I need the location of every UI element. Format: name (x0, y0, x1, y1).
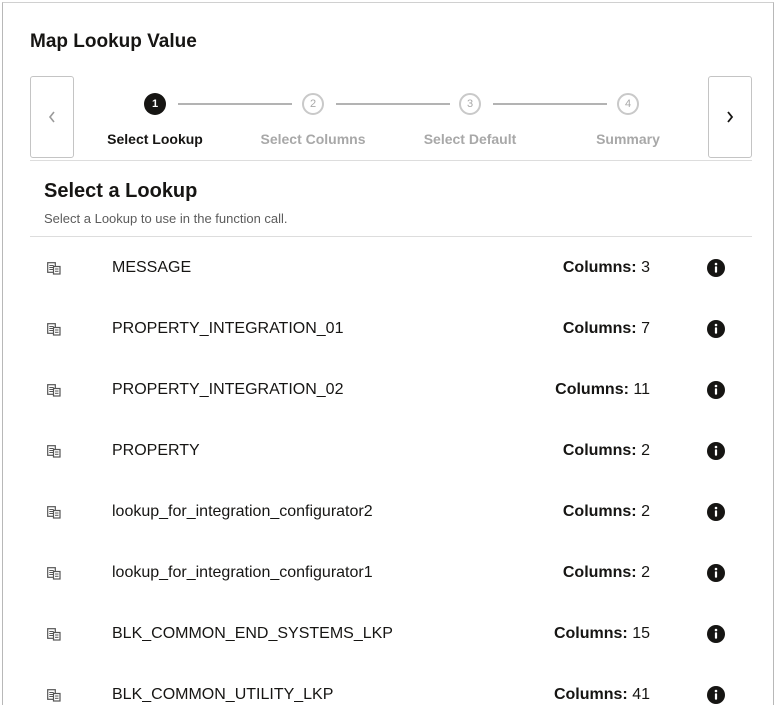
lookup-row[interactable]: MESSAGE Columns: 3 (0, 238, 778, 299)
columns-label: Columns: (562, 564, 637, 581)
page-title: Map Lookup Value (30, 31, 197, 52)
lookup-table-icon (47, 566, 61, 580)
step-connector (178, 103, 292, 105)
step-4-label[interactable]: Summary (558, 131, 698, 147)
step-1-indicator[interactable]: 1 (144, 93, 166, 115)
lookup-name: MESSAGE (112, 259, 192, 276)
lookup-columns: Columns: 7 (563, 320, 650, 338)
lookup-name: lookup_for_integration_configurator2 (112, 503, 373, 520)
lookup-columns: Columns: 2 (563, 564, 650, 582)
step-3-label[interactable]: Select Default (400, 131, 540, 147)
lookup-columns: Columns: 2 (563, 442, 650, 460)
step-train: 1 2 3 4 Select Lookup Select Columns Sel… (30, 76, 752, 161)
info-icon[interactable] (707, 503, 725, 521)
previous-step-button[interactable] (30, 76, 74, 158)
step-connector (493, 103, 607, 105)
lookup-row[interactable]: BLK_COMMON_UTILITY_LKP Columns: 41 (0, 665, 778, 726)
lookup-row[interactable]: lookup_for_integration_configurator1 Colu… (0, 543, 778, 604)
lookup-table-icon (47, 688, 61, 702)
columns-label: Columns: (562, 442, 637, 459)
lookup-row[interactable]: PROPERTY_INTEGRATION_01 Columns: 7 (0, 299, 778, 360)
step-2-label[interactable]: Select Columns (243, 131, 383, 147)
columns-count: 11 (633, 381, 650, 398)
lookup-table-icon (47, 505, 61, 519)
lookup-name: PROPERTY (112, 442, 200, 459)
lookup-name: PROPERTY_INTEGRATION_02 (112, 381, 344, 398)
lookup-name: BLK_COMMON_END_SYSTEMS_LKP (112, 625, 393, 642)
lookup-name: PROPERTY_INTEGRATION_01 (112, 320, 344, 337)
lookup-row[interactable]: PROPERTY Columns: 2 (0, 421, 778, 482)
chevron-left-icon (48, 111, 55, 123)
info-icon[interactable] (707, 686, 725, 704)
section-title: Select a Lookup (44, 180, 198, 202)
lookup-row[interactable]: lookup_for_integration_configurator2 Colu… (0, 482, 778, 543)
columns-count: 2 (641, 564, 650, 581)
info-icon[interactable] (707, 442, 725, 460)
columns-label: Columns: (553, 625, 628, 642)
step-3-indicator[interactable]: 3 (459, 93, 481, 115)
info-icon[interactable] (707, 320, 725, 338)
info-icon[interactable] (707, 564, 725, 582)
lookup-name: BLK_COMMON_UTILITY_LKP (112, 686, 334, 703)
lookup-table-icon (47, 444, 61, 458)
columns-label: Columns: (562, 503, 637, 520)
columns-label: Columns: (562, 259, 637, 276)
columns-count: 2 (641, 442, 650, 459)
step-1-label[interactable]: Select Lookup (85, 131, 225, 147)
lookup-name: lookup_for_integration_configurator1 (112, 564, 373, 581)
columns-label: Columns: (562, 320, 637, 337)
columns-count: 15 (632, 625, 650, 642)
lookup-row[interactable]: BLK_COMMON_END_SYSTEMS_LKP Columns: 15 (0, 604, 778, 665)
lookup-table-icon (47, 261, 61, 275)
lookup-table-icon (47, 383, 61, 397)
columns-count: 3 (641, 259, 650, 276)
lookup-columns: Columns: 2 (563, 503, 650, 521)
columns-label: Columns: (555, 381, 629, 398)
lookup-list: MESSAGE Columns: 3 PROPERTY_INTEGRATION_01… (0, 238, 778, 726)
next-step-button[interactable] (708, 76, 752, 158)
info-icon[interactable] (707, 259, 725, 277)
step-connector (336, 103, 450, 105)
lookup-row[interactable]: PROPERTY_INTEGRATION_02 Columns: 11 (0, 360, 778, 421)
info-icon[interactable] (707, 625, 725, 643)
info-icon[interactable] (707, 381, 725, 399)
columns-label: Columns: (553, 686, 628, 703)
chevron-right-icon (727, 111, 734, 123)
step-2-indicator[interactable]: 2 (302, 93, 324, 115)
lookup-columns: Columns: 15 (554, 625, 650, 643)
columns-count: 41 (632, 686, 650, 703)
section-subtitle: Select a Lookup to use in the function c… (44, 211, 288, 226)
lookup-table-icon (47, 322, 61, 336)
lookup-columns: Columns: 11 (555, 381, 650, 399)
divider (30, 236, 752, 237)
lookup-table-icon (47, 627, 61, 641)
step-4-indicator[interactable]: 4 (617, 93, 639, 115)
lookup-columns: Columns: 41 (554, 686, 650, 704)
columns-count: 2 (641, 503, 650, 520)
columns-count: 7 (641, 320, 650, 337)
lookup-columns: Columns: 3 (563, 259, 650, 277)
